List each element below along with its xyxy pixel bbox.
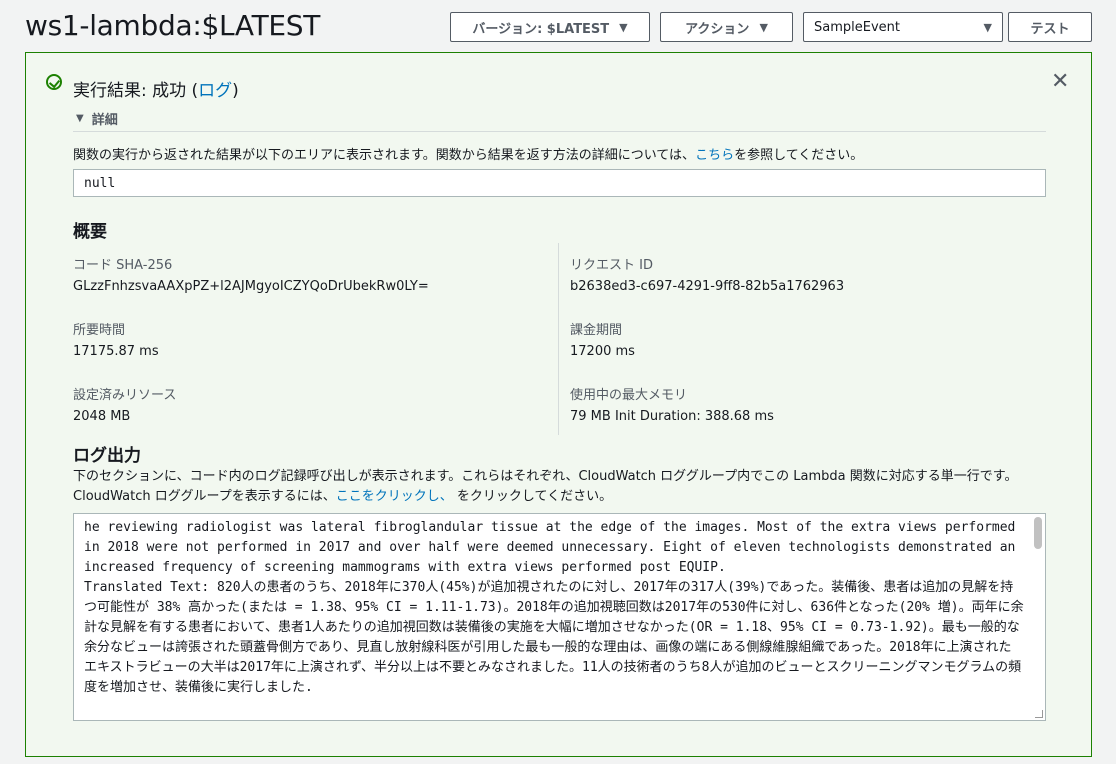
max-memory-value: 79 MB Init Duration: 388.68 ms: [570, 409, 774, 424]
test-button[interactable]: テスト: [1008, 12, 1092, 42]
execution-result-title: 実行結果: 成功 (ログ): [73, 76, 239, 101]
caret-down-icon: ▼: [76, 113, 84, 124]
success-check-icon: [46, 74, 62, 90]
caret-down-icon: ▼: [983, 20, 992, 34]
test-event-select[interactable]: SampleEvent ▼: [803, 12, 1003, 42]
result-description-suffix: を参照してください。: [734, 148, 864, 163]
log-description-suffix: をクリックしてください。: [452, 489, 613, 504]
docs-link[interactable]: こちら: [695, 148, 734, 163]
test-button-label: テスト: [1030, 21, 1070, 37]
divider: [73, 131, 1046, 132]
log-output-text: he reviewing radiologist was lateral fib…: [84, 520, 1024, 695]
cloudwatch-link[interactable]: ここをクリックし、: [336, 489, 453, 504]
billed-duration-value: 17200 ms: [570, 344, 635, 359]
billed-duration-label: 課金期間: [570, 323, 623, 338]
log-link[interactable]: ログ: [198, 81, 232, 101]
request-id-label: リクエスト ID: [570, 258, 653, 273]
code-sha-label: コード SHA-256: [73, 258, 173, 273]
version-dropdown-button[interactable]: バージョン: $LATEST ▼: [450, 12, 650, 42]
request-id-value: b2638ed3-c697-4291-9ff8-82b5a1762963: [570, 279, 845, 294]
duration-label: 所要時間: [73, 323, 126, 338]
log-output-heading: ログ出力: [73, 446, 141, 466]
resources-label: 設定済みリソース: [73, 388, 177, 403]
result-description: 関数の実行から返された結果が以下のエリアに表示されます。関数から結果を返す方法の…: [73, 144, 863, 163]
close-icon[interactable]: ✕: [1051, 71, 1069, 93]
log-output-box[interactable]: he reviewing radiologist was lateral fib…: [73, 513, 1046, 721]
max-memory-label: 使用中の最大メモリ: [570, 388, 688, 403]
code-sha-value: GLzzFnhzsvaAAXpPZ+l2AJMgyoICZYQoDrUbekRw…: [73, 279, 429, 294]
summary-divider: [558, 243, 559, 435]
caret-down-icon: ▼: [619, 20, 628, 34]
actions-button-label: アクション: [685, 21, 750, 37]
result-output-box[interactable]: null: [73, 169, 1046, 197]
actions-dropdown-button[interactable]: アクション ▼: [660, 12, 793, 42]
log-scrollbar[interactable]: [1034, 517, 1042, 549]
details-label: 詳細: [91, 113, 118, 128]
result-title-text: 実行結果: 成功 (: [73, 81, 199, 101]
test-event-selected-value: SampleEvent: [814, 19, 900, 35]
caret-down-icon: ▼: [759, 20, 768, 34]
log-output-description: 下のセクションに、コード内のログ記録呼び出しが表示されます。これらはそれぞれ、C…: [73, 467, 1048, 507]
function-title: ws1-lambda:$LATEST: [25, 9, 321, 42]
details-toggle[interactable]: ▼ 詳細: [76, 109, 118, 128]
resize-handle-icon[interactable]: [1035, 710, 1043, 718]
version-button-label: バージョン: $LATEST: [472, 21, 610, 37]
duration-value: 17175.87 ms: [73, 344, 159, 359]
resources-value: 2048 MB: [73, 409, 131, 424]
summary-heading: 概要: [73, 222, 107, 242]
result-description-text: 関数の実行から返された結果が以下のエリアに表示されます。関数から結果を返す方法の…: [73, 148, 696, 163]
execution-result-panel: 実行結果: 成功 (ログ) ✕ ▼ 詳細 関数の実行から返された結果が以下のエリ…: [25, 52, 1092, 757]
result-title-close-paren: ): [232, 81, 239, 101]
